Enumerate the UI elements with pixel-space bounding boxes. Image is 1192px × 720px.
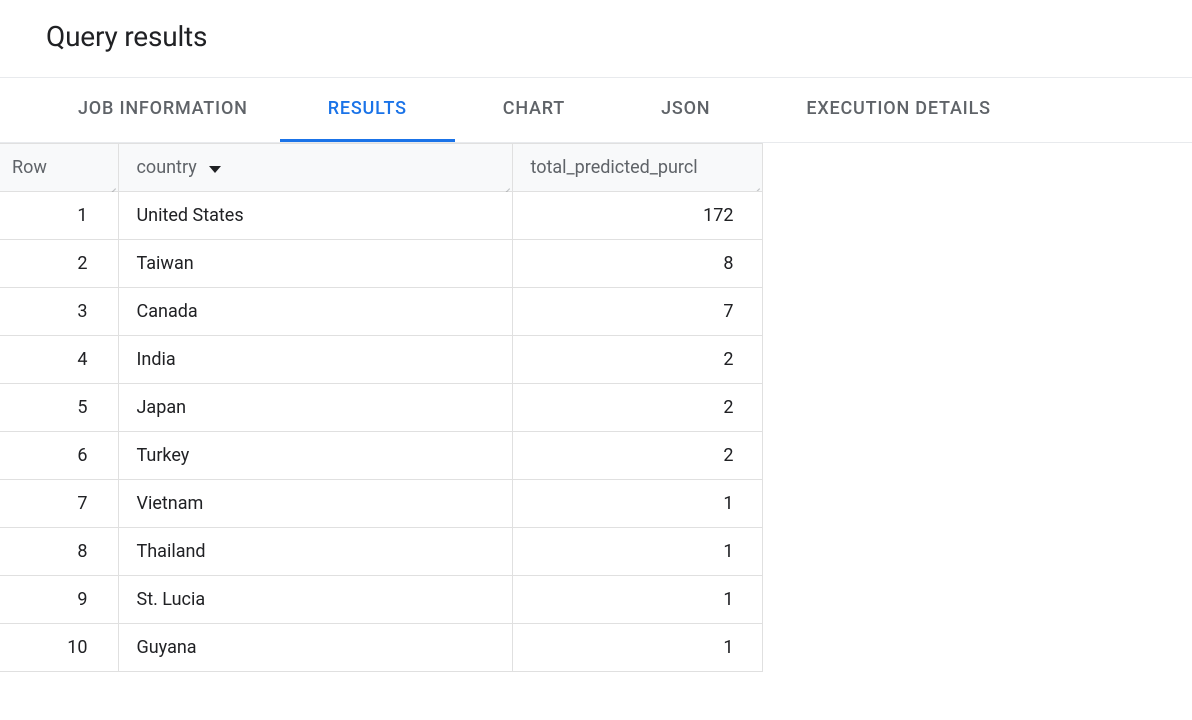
resize-handle[interactable]: [106, 179, 116, 189]
cell-predicted: 8: [512, 240, 762, 288]
tab-job-information[interactable]: JOB INFORMATION: [46, 78, 280, 142]
resize-handle[interactable]: [750, 179, 760, 189]
cell-row-number: 10: [0, 624, 118, 672]
cell-row-number: 3: [0, 288, 118, 336]
results-table: Row country total_predicted_purcl: [0, 143, 763, 672]
cell-country: Guyana: [118, 624, 512, 672]
cell-row-number: 5: [0, 384, 118, 432]
column-header-country[interactable]: country: [118, 144, 512, 192]
table-row[interactable]: 1United States172: [0, 192, 762, 240]
cell-predicted: 1: [512, 528, 762, 576]
table-row[interactable]: 2Taiwan8: [0, 240, 762, 288]
tab-chart[interactable]: CHART: [455, 78, 613, 142]
cell-predicted: 2: [512, 336, 762, 384]
table-row[interactable]: 4India2: [0, 336, 762, 384]
tabs-bar: JOB INFORMATION RESULTS CHART JSON EXECU…: [0, 78, 1192, 142]
cell-row-number: 1: [0, 192, 118, 240]
column-header-row[interactable]: Row: [0, 144, 118, 192]
cell-predicted: 1: [512, 576, 762, 624]
column-header-label: country: [137, 157, 197, 178]
cell-predicted: 2: [512, 384, 762, 432]
cell-predicted: 7: [512, 288, 762, 336]
resize-handle[interactable]: [500, 179, 510, 189]
cell-predicted: 1: [512, 624, 762, 672]
cell-country: St. Lucia: [118, 576, 512, 624]
column-header-label: total_predicted_purcl: [531, 157, 698, 178]
column-header-predicted[interactable]: total_predicted_purcl: [512, 144, 762, 192]
cell-predicted: 1: [512, 480, 762, 528]
cell-country: United States: [118, 192, 512, 240]
table-row[interactable]: 9St. Lucia1: [0, 576, 762, 624]
table-row[interactable]: 3Canada7: [0, 288, 762, 336]
column-header-label: Row: [12, 157, 47, 178]
cell-row-number: 7: [0, 480, 118, 528]
cell-row-number: 9: [0, 576, 118, 624]
sort-descending-icon[interactable]: [209, 157, 221, 178]
table-row[interactable]: 10Guyana1: [0, 624, 762, 672]
cell-row-number: 6: [0, 432, 118, 480]
tab-json[interactable]: JSON: [613, 78, 758, 142]
table-row[interactable]: 5Japan2: [0, 384, 762, 432]
cell-country: India: [118, 336, 512, 384]
table-row[interactable]: 7Vietnam1: [0, 480, 762, 528]
tab-results[interactable]: RESULTS: [280, 78, 455, 142]
cell-row-number: 8: [0, 528, 118, 576]
cell-country: Vietnam: [118, 480, 512, 528]
cell-country: Taiwan: [118, 240, 512, 288]
cell-row-number: 2: [0, 240, 118, 288]
cell-country: Japan: [118, 384, 512, 432]
cell-country: Turkey: [118, 432, 512, 480]
table-row[interactable]: 8Thailand1: [0, 528, 762, 576]
cell-country: Canada: [118, 288, 512, 336]
table-row[interactable]: 6Turkey2: [0, 432, 762, 480]
cell-predicted: 172: [512, 192, 762, 240]
tab-execution-details[interactable]: EXECUTION DETAILS: [758, 78, 1038, 142]
page-title: Query results: [46, 20, 1146, 53]
cell-predicted: 2: [512, 432, 762, 480]
table-header-row: Row country total_predicted_purcl: [0, 144, 762, 192]
cell-country: Thailand: [118, 528, 512, 576]
cell-row-number: 4: [0, 336, 118, 384]
